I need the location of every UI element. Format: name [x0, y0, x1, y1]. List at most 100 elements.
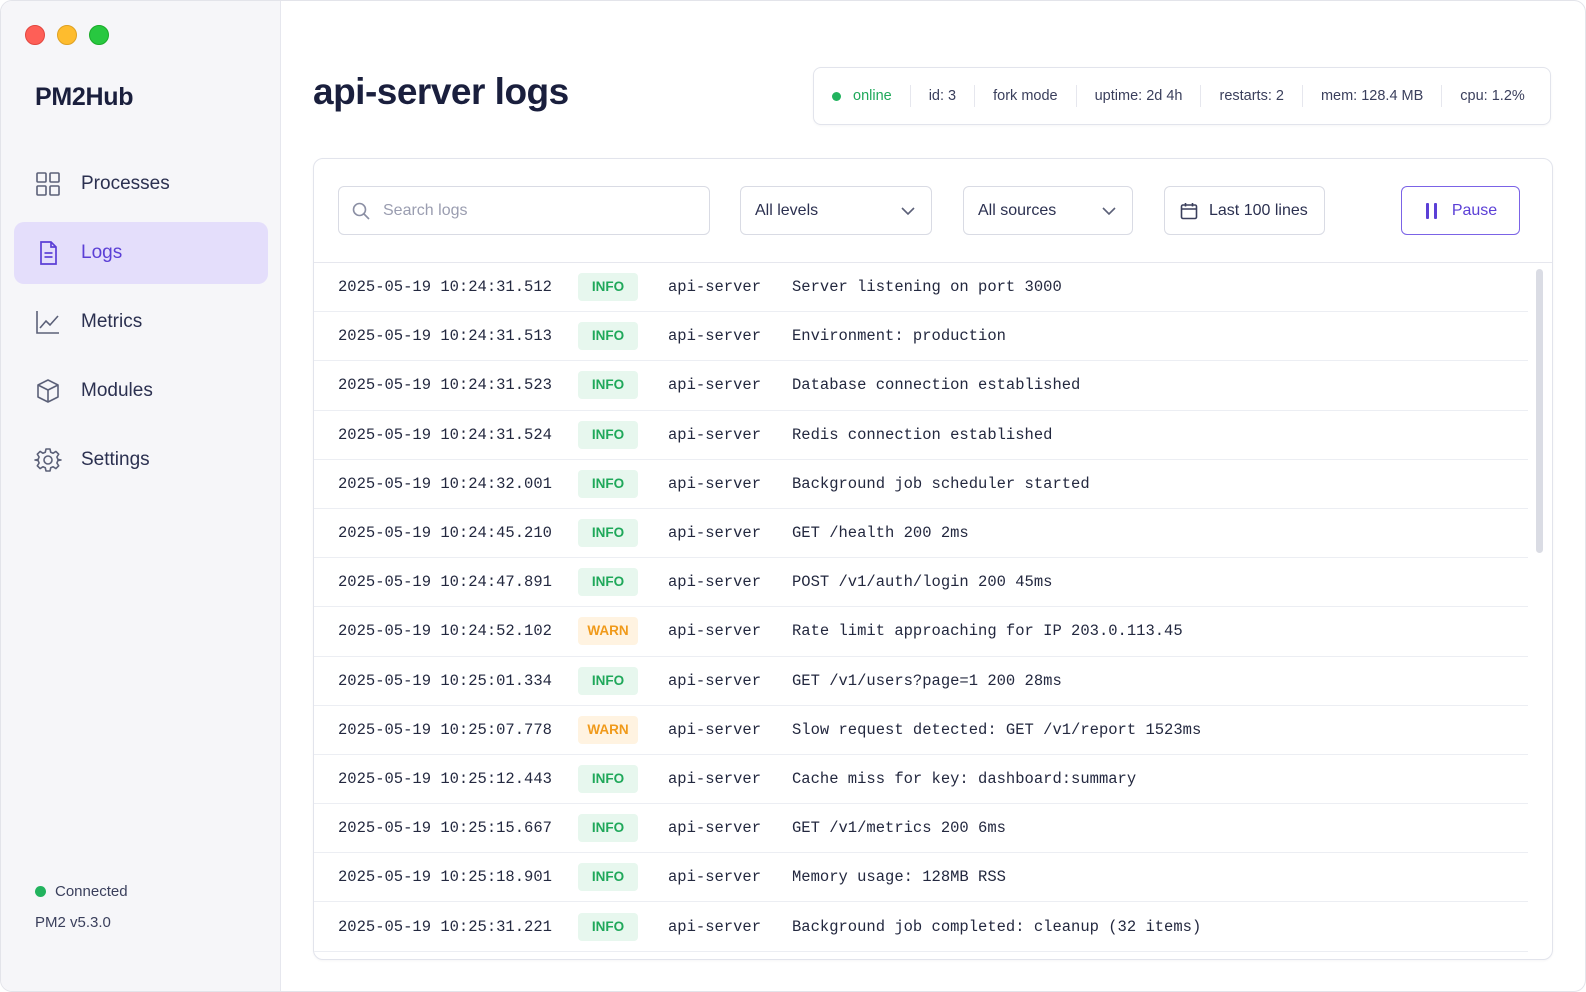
log-timestamp: 2025-05-19 10:25:15.667 — [338, 819, 552, 838]
log-source: api-server — [668, 622, 762, 641]
search-input[interactable] — [383, 201, 683, 220]
chevron-down-icon — [901, 206, 915, 215]
sidebar-item-logs[interactable]: Logs — [14, 222, 268, 284]
log-row[interactable]: 2025-05-19 10:25:07.778 WARN api-server Slo… — [314, 706, 1528, 755]
log-message: Background job completed: cleanup (32 it… — [792, 917, 1202, 936]
calendar-icon — [1180, 202, 1198, 219]
log-row[interactable]: 2025-05-19 10:24:32.001 INFO api-server Bac… — [314, 460, 1528, 509]
log-row[interactable]: 2025-05-19 10:25:18.901 INFO api-server Mem… — [314, 853, 1528, 903]
sidebar-item-modules[interactable]: Modules — [14, 360, 268, 422]
sidebar-footer: Connected PM2 v5.3.0 — [35, 883, 128, 931]
page-title: api-server logs — [313, 71, 569, 112]
log-level-badge: INFO — [578, 420, 638, 449]
log-message: Background job scheduler started — [792, 474, 1090, 493]
sidebar-item-label: Metrics — [81, 311, 143, 332]
log-source: api-server — [668, 524, 762, 543]
log-row[interactable]: 2025-05-19 10:24:31.524 INFO api-server Red… — [314, 411, 1528, 460]
status-state: online — [853, 88, 892, 104]
log-row[interactable]: 2025-05-19 10:24:31.523 INFO api-server Dat… — [314, 361, 1528, 411]
log-row[interactable]: 2025-05-19 10:25:15.667 INFO api-server GET… — [314, 804, 1528, 854]
log-source: api-server — [668, 868, 762, 887]
sidebar-item-settings[interactable]: Settings — [14, 429, 268, 491]
log-source: api-server — [668, 376, 762, 395]
sidebar-item-label: Modules — [81, 380, 153, 401]
log-level-cell: INFO — [578, 273, 668, 302]
log-timestamp: 2025-05-19 10:24:31.524 — [338, 425, 552, 444]
log-level-cell: INFO — [578, 814, 668, 843]
log-level-badge: INFO — [578, 519, 638, 548]
sidebar-item-processes[interactable]: Processes — [14, 153, 268, 215]
log-message: POST /v1/auth/login 200 45ms — [792, 573, 1053, 592]
log-source: api-server — [668, 327, 762, 346]
log-timestamp: 2025-05-19 10:25:31.221 — [338, 917, 552, 936]
log-message: GET /v1/users?page=1 200 28ms — [792, 671, 1062, 690]
log-level-badge: INFO — [578, 666, 638, 695]
log-level-badge: INFO — [578, 469, 638, 498]
log-scrollbar[interactable] — [1536, 269, 1543, 553]
process-restarts: restarts: 2 — [1201, 85, 1303, 107]
sidebar-nav: Processes Logs Metrics Modules Settings — [14, 153, 268, 498]
log-row[interactable]: 2025-05-19 10:24:45.210 INFO api-server GET… — [314, 509, 1528, 559]
log-source: api-server — [668, 425, 762, 444]
log-level-cell: WARN — [578, 617, 668, 646]
pause-button[interactable]: Pause — [1401, 186, 1520, 235]
process-uptime: uptime: 2d 4h — [1077, 85, 1202, 107]
process-status-card: online id: 3 fork mode uptime: 2d 4h res… — [813, 67, 1551, 125]
log-source: api-server — [668, 573, 762, 592]
log-row[interactable]: 2025-05-19 10:24:47.891 INFO api-server POS… — [314, 558, 1528, 608]
sidebar: PM2Hub Processes Logs Metrics Modules Se… — [1, 1, 281, 991]
log-level-cell: INFO — [578, 666, 668, 695]
log-level-cell: INFO — [578, 371, 668, 400]
pause-icon — [1425, 202, 1437, 219]
log-message: Memory usage: 128MB RSS — [792, 868, 1006, 887]
log-row[interactable]: 2025-05-19 10:24:52.102 WARN api-server Rat… — [314, 607, 1528, 657]
log-level-cell: INFO — [578, 420, 668, 449]
log-level-cell: INFO — [578, 912, 668, 941]
log-timestamp: 2025-05-19 10:24:45.210 — [338, 524, 552, 543]
status-badge: online — [814, 85, 911, 107]
log-message: GET /health 200 2ms — [792, 524, 969, 543]
levels-select[interactable]: All levels — [740, 186, 932, 235]
log-row[interactable]: 2025-05-19 10:25:31.221 INFO api-server Bac… — [314, 902, 1528, 952]
log-timestamp: 2025-05-19 10:24:31.523 — [338, 376, 552, 395]
app-logo-text: PM2Hub — [35, 83, 134, 111]
log-timestamp: 2025-05-19 10:25:12.443 — [338, 769, 552, 788]
levels-select-value: All levels — [755, 201, 819, 219]
sidebar-item-label: Processes — [81, 173, 170, 194]
search-box — [338, 186, 710, 235]
process-cpu: cpu: 1.2% — [1460, 88, 1525, 104]
log-timestamp: 2025-05-19 10:24:52.102 — [338, 622, 552, 641]
connection-status: Connected — [35, 883, 128, 900]
process-mode: fork mode — [975, 85, 1077, 107]
lines-range-button[interactable]: Last 100 lines — [1164, 186, 1325, 235]
log-row[interactable]: 2025-05-19 10:25:01.334 INFO api-server GET… — [314, 657, 1528, 706]
sources-select-value: All sources — [978, 201, 1057, 219]
close-window-button[interactable] — [25, 25, 45, 45]
sidebar-item-metrics[interactable]: Metrics — [14, 291, 268, 353]
minimize-window-button[interactable] — [57, 25, 77, 45]
log-message: Cache miss for key: dashboard:summary — [792, 769, 1137, 788]
maximize-window-button[interactable] — [89, 25, 109, 45]
window-controls — [25, 25, 109, 45]
log-source: api-server — [668, 819, 762, 838]
log-row[interactable]: 2025-05-19 10:24:31.513 INFO api-server Env… — [314, 312, 1528, 362]
main-content: api-server logs online id: 3 fork mode u… — [281, 1, 1585, 991]
log-level-cell: INFO — [578, 322, 668, 351]
log-message: Database connection established — [792, 376, 1081, 395]
log-source: api-server — [668, 769, 762, 788]
version-label: PM2 v5.3.0 — [35, 914, 111, 931]
log-level-cell: INFO — [578, 863, 668, 892]
log-timestamp: 2025-05-19 10:25:18.901 — [338, 868, 552, 887]
log-level-badge: INFO — [578, 814, 638, 843]
log-row[interactable]: 2025-05-19 10:24:31.512 INFO api-server Ser… — [314, 263, 1528, 313]
sources-select[interactable]: All sources — [963, 186, 1133, 235]
log-level-badge: INFO — [578, 322, 638, 351]
document-icon — [34, 239, 62, 267]
app-window: PM2Hub Processes Logs Metrics Modules Se… — [0, 0, 1586, 992]
log-level-badge: INFO — [578, 863, 638, 892]
pause-label: Pause — [1451, 201, 1498, 219]
log-timestamp: 2025-05-19 10:24:31.513 — [338, 327, 552, 346]
gear-icon — [34, 446, 62, 474]
log-row[interactable]: 2025-05-19 10:25:12.443 INFO api-server Cac… — [314, 755, 1528, 805]
process-mem: mem: 128.4 MB — [1303, 85, 1443, 107]
